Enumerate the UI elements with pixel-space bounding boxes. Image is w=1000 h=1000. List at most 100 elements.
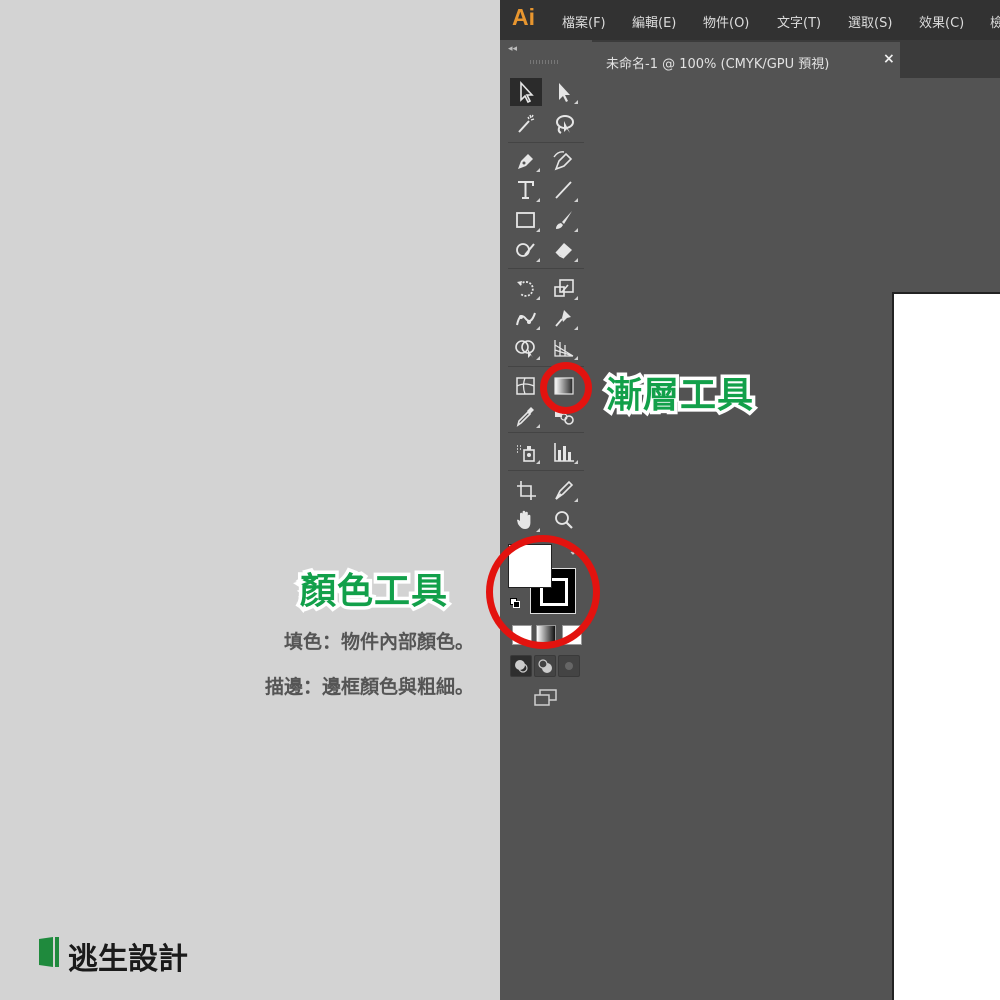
magic-wand-tool[interactable]: [510, 110, 542, 138]
line-segment-icon: [555, 181, 572, 199]
draw-behind-icon: [538, 659, 552, 673]
draw-normal-button[interactable]: [510, 655, 532, 677]
curvature-tool[interactable]: [548, 146, 580, 174]
menu-view[interactable]: 檢: [990, 12, 1000, 31]
stroke-note: 描邊：邊框顏色與粗細。: [264, 676, 474, 698]
shape-builder-icon: [515, 340, 535, 358]
shaper-icon: [516, 243, 535, 257]
tool-flyout-indicator: [574, 198, 578, 202]
magic-wand-icon: [518, 114, 535, 133]
tool-separator: [508, 470, 584, 471]
lasso-tool[interactable]: [548, 110, 580, 138]
artboard-tool[interactable]: [510, 476, 542, 504]
menu-effect[interactable]: 效果(C): [919, 12, 964, 31]
menu-object[interactable]: 物件(O): [703, 12, 749, 31]
zoom-magnifier-icon: [555, 511, 573, 529]
tool-flyout-indicator: [536, 460, 540, 464]
canvas-area[interactable]: [594, 80, 1000, 1000]
tool-separator: [508, 142, 584, 143]
tool-flyout-indicator: [536, 228, 540, 232]
rectangle-tool[interactable]: [510, 206, 542, 234]
paintbrush-icon: [556, 211, 572, 229]
brand-door-icon: [39, 937, 59, 967]
tool-flyout-indicator: [536, 296, 540, 300]
puppet-warp-tool[interactable]: [510, 304, 542, 332]
tool-flyout-indicator: [574, 100, 578, 104]
rectangle-icon: [516, 212, 535, 228]
tool-separator: [508, 432, 584, 433]
tool-flyout-indicator: [574, 498, 578, 502]
tool-flyout-indicator: [574, 460, 578, 464]
document-tab[interactable]: 未命名-1 @ 100% (CMYK/GPU 預視) ×: [592, 42, 900, 78]
puppet-warp-icon: [516, 312, 536, 326]
direct-selection-arrow-icon: [559, 83, 570, 102]
tool-separator: [508, 268, 584, 269]
selection-tool[interactable]: [510, 78, 542, 106]
tool-flyout-indicator: [536, 258, 540, 262]
collapse-panel-icon[interactable]: ◂◂: [508, 44, 517, 54]
scale-tool[interactable]: [548, 274, 580, 302]
column-graph-tool[interactable]: [548, 438, 580, 466]
draw-normal-icon: [515, 660, 528, 673]
tool-flyout-indicator: [536, 356, 540, 360]
curvature-pen-icon: [553, 151, 573, 171]
tool-flyout-indicator: [536, 528, 540, 532]
tool-flyout-indicator: [574, 326, 578, 330]
mesh-tool[interactable]: [510, 372, 542, 400]
shaper-tool[interactable]: [510, 236, 542, 264]
artboard-icon: [517, 481, 536, 500]
perspective-grid-icon: [554, 340, 574, 357]
eyedropper-tool[interactable]: [510, 402, 542, 430]
pen-icon: [518, 154, 533, 169]
tool-flyout-indicator: [574, 356, 578, 360]
screen-mode-icon[interactable]: [532, 688, 560, 708]
tool-flyout-indicator: [536, 168, 540, 172]
document-tab-label: 未命名-1 @ 100% (CMYK/GPU 預視): [606, 57, 830, 72]
menu-file[interactable]: 檔案(F): [562, 12, 606, 31]
eraser-icon: [555, 243, 572, 259]
pin-icon: [555, 310, 571, 327]
color-tool-highlight-ring: [486, 535, 600, 649]
tool-flyout-indicator: [574, 258, 578, 262]
tool-flyout-indicator: [574, 296, 578, 300]
gradient-tool-callout: 漸層工具: [602, 372, 756, 420]
close-icon[interactable]: ×: [883, 51, 895, 67]
pin-tool[interactable]: [548, 304, 580, 332]
direct-selection-tool[interactable]: [548, 78, 580, 106]
line-segment-tool[interactable]: [548, 176, 580, 204]
menu-select[interactable]: 選取(S): [848, 12, 892, 31]
slice-tool[interactable]: [548, 476, 580, 504]
hand-icon: [517, 510, 531, 529]
menu-bar: Ai 檔案(F) 編輯(E) 物件(O) 文字(T) 選取(S) 效果(C) 檢: [500, 0, 1000, 40]
illustrator-window: Ai 檔案(F) 編輯(E) 物件(O) 文字(T) 選取(S) 效果(C) 檢…: [500, 0, 1000, 1000]
scale-icon: [554, 279, 574, 297]
shape-builder-tool[interactable]: [510, 334, 542, 362]
draw-inside-button[interactable]: [558, 655, 580, 677]
selection-arrow-icon: [520, 80, 534, 104]
color-tool-callout: 顏色工具: [296, 568, 450, 616]
tool-flyout-indicator: [574, 228, 578, 232]
draw-behind-button[interactable]: [534, 655, 556, 677]
eraser-tool[interactable]: [548, 236, 580, 264]
menu-type[interactable]: 文字(T): [777, 12, 821, 31]
pen-tool[interactable]: [510, 146, 542, 174]
rotate-tool[interactable]: [510, 274, 542, 302]
brand-name: 逃生設計: [68, 942, 188, 977]
column-graph-icon: [554, 443, 574, 462]
tool-flyout-indicator: [536, 424, 540, 428]
symbol-sprayer-tool[interactable]: [510, 438, 542, 466]
type-tool[interactable]: [510, 176, 542, 204]
document-tab-strip: 未命名-1 @ 100% (CMYK/GPU 預視) ×: [592, 40, 1000, 78]
menu-edit[interactable]: 編輯(E): [632, 12, 676, 31]
slice-knife-icon: [555, 480, 574, 500]
tool-flyout-indicator: [536, 198, 540, 202]
hand-tool[interactable]: [510, 506, 542, 534]
paintbrush-tool[interactable]: [548, 206, 580, 234]
eyedropper-icon: [516, 407, 534, 427]
type-t-icon: [518, 181, 534, 199]
artboard[interactable]: [892, 292, 1000, 1000]
gradient-tool-highlight-ring: [540, 362, 592, 414]
zoom-tool[interactable]: [548, 506, 580, 534]
perspective-grid-tool[interactable]: [548, 334, 580, 362]
panel-grip[interactable]: [530, 60, 558, 64]
